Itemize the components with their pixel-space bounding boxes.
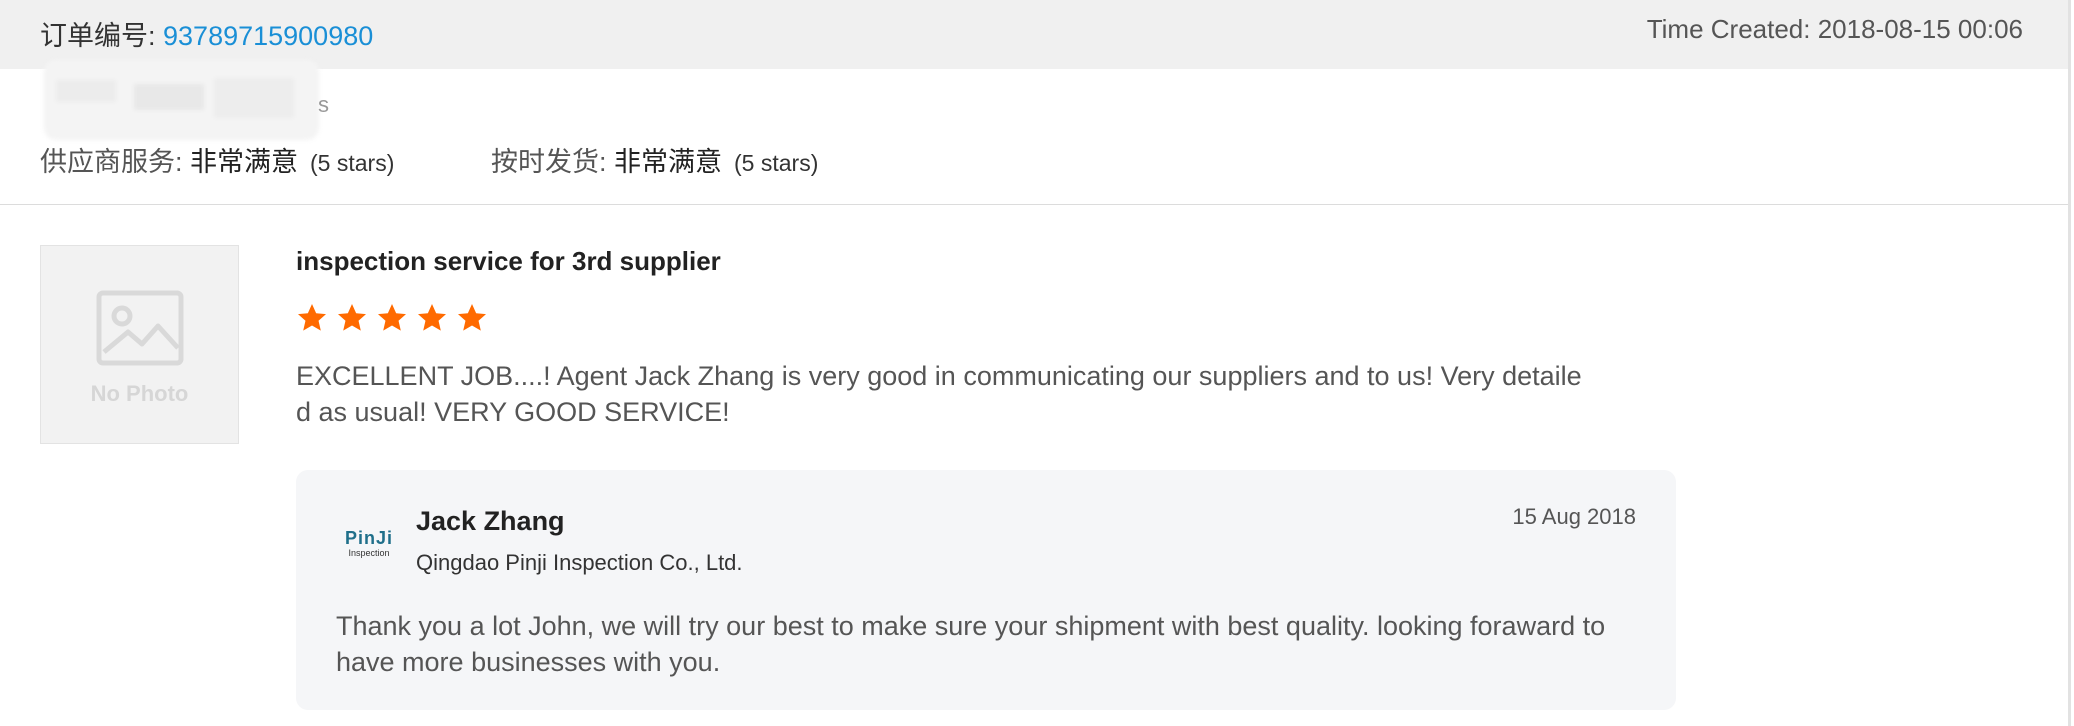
- logo-main-text: PinJi: [344, 528, 393, 548]
- rating-value: 非常满意: [614, 147, 723, 177]
- reply-date: 15 Aug 2018: [1512, 504, 1636, 529]
- rating-stars-text: (5 stars): [310, 150, 395, 176]
- blurred-tail-text: s: [318, 92, 329, 117]
- rating-value: 非常满意: [190, 147, 299, 177]
- reply-author-name: Jack Zhang: [416, 506, 565, 536]
- time-created: Time Created: 2018-08-15 00:06: [1646, 14, 2023, 44]
- supplier-logo: PinJi Inspection: [338, 528, 400, 558]
- order-number-label: 订单编号: 93789715900980: [40, 14, 373, 53]
- divider: [0, 204, 2068, 205]
- rating-label: 按时发货:: [491, 147, 615, 177]
- reply-company-name: Qingdao Pinji Inspection Co., Ltd.: [416, 550, 743, 575]
- star-icon: [418, 304, 446, 331]
- reply-text: Thank you a lot John, we will try our be…: [336, 611, 1606, 677]
- blurred-buyer-info: [44, 60, 319, 140]
- review-card: 订单编号: 93789715900980 Time Created: 2018-…: [0, 0, 2071, 726]
- rating-on-time-shipment: 按时发货: 非常满意 (5 stars): [491, 140, 818, 179]
- product-image-placeholder[interactable]: No Photo: [40, 245, 239, 444]
- order-number-link[interactable]: 93789715900980: [163, 21, 373, 51]
- review-title: inspection service for 3rd supplier: [296, 246, 721, 276]
- star-icon: [298, 304, 326, 331]
- review-text: EXCELLENT JOB....! Agent Jack Zhang is v…: [296, 361, 1582, 427]
- star-icon: [458, 304, 486, 331]
- rating-stars-text: (5 stars): [734, 150, 819, 176]
- order-number-prefix: 订单编号:: [40, 21, 164, 51]
- no-photo-text: No Photo: [90, 381, 189, 406]
- image-icon: [96, 290, 184, 366]
- rating-label: 供应商服务:: [40, 147, 191, 177]
- star-icon: [378, 304, 406, 331]
- review-stars: [296, 302, 488, 334]
- order-header: 订单编号: 93789715900980 Time Created: 2018-…: [0, 0, 2068, 69]
- rating-supplier-service: 供应商服务: 非常满意 (5 stars): [40, 140, 394, 179]
- star-icon: [338, 304, 366, 331]
- supplier-reply: PinJi Inspection Jack Zhang Qingdao Pinj…: [296, 470, 1676, 710]
- logo-sub-text: Inspection: [348, 548, 390, 558]
